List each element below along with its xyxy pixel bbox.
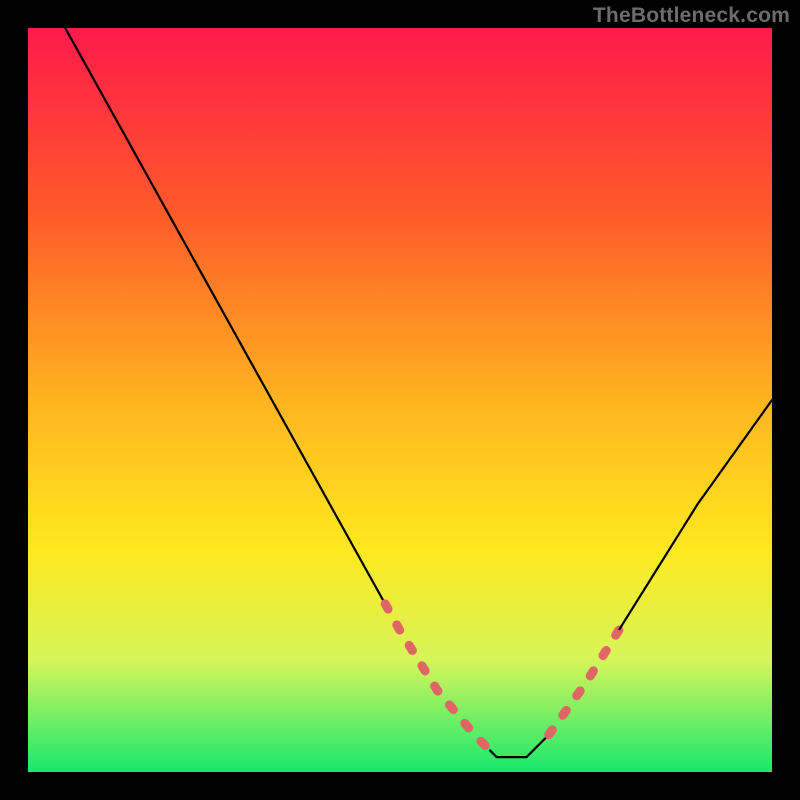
chart-svg — [0, 0, 800, 800]
chart-plot-area — [28, 28, 772, 772]
watermark-text: TheBottleneck.com — [593, 4, 790, 28]
chart-container: TheBottleneck.com — [0, 0, 800, 800]
